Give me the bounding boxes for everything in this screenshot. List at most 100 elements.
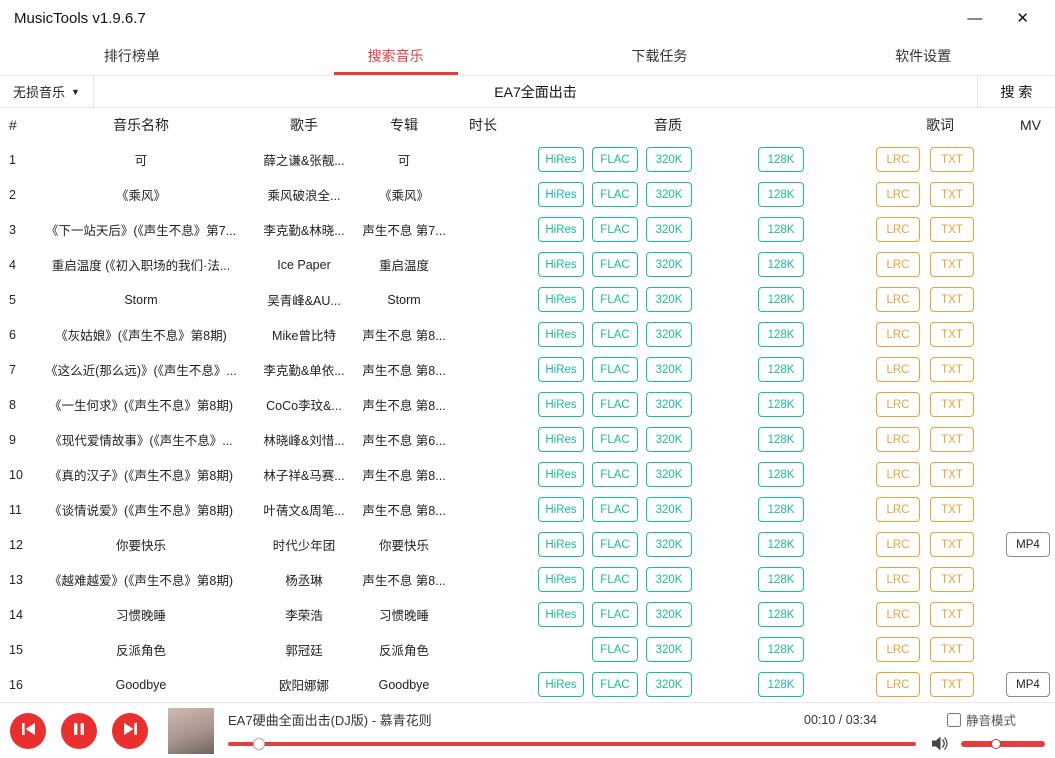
next-track-button[interactable] (112, 713, 148, 749)
txt-download-button[interactable]: TXT (930, 182, 974, 207)
320k-download-button[interactable]: 320K (646, 182, 692, 207)
128k-download-button[interactable]: 128K (758, 567, 804, 592)
mp4-download-button[interactable]: MP4 (1006, 672, 1050, 697)
flac-download-button[interactable]: FLAC (592, 357, 638, 382)
320k-download-button[interactable]: 320K (646, 357, 692, 382)
txt-download-button[interactable]: TXT (930, 462, 974, 487)
progress-handle[interactable] (253, 738, 265, 750)
320k-download-button[interactable]: 320K (646, 147, 692, 172)
txt-download-button[interactable]: TXT (930, 427, 974, 452)
hires-download-button[interactable]: HiRes (538, 252, 584, 277)
320k-download-button[interactable]: 320K (646, 322, 692, 347)
lrc-download-button[interactable]: LRC (876, 357, 920, 382)
lrc-download-button[interactable]: LRC (876, 252, 920, 277)
flac-download-button[interactable]: FLAC (592, 392, 638, 417)
lrc-download-button[interactable]: LRC (876, 217, 920, 242)
lrc-download-button[interactable]: LRC (876, 427, 920, 452)
320k-download-button[interactable]: 320K (646, 567, 692, 592)
lrc-download-button[interactable]: LRC (876, 672, 920, 697)
search-button[interactable]: 搜 索 (977, 76, 1055, 107)
txt-download-button[interactable]: TXT (930, 567, 974, 592)
flac-download-button[interactable]: FLAC (592, 322, 638, 347)
progress-track[interactable] (228, 742, 916, 746)
hires-download-button[interactable]: HiRes (538, 427, 584, 452)
txt-download-button[interactable]: TXT (930, 672, 974, 697)
lrc-download-button[interactable]: LRC (876, 497, 920, 522)
128k-download-button[interactable]: 128K (758, 637, 804, 662)
txt-download-button[interactable]: TXT (930, 287, 974, 312)
128k-download-button[interactable]: 128K (758, 602, 804, 627)
128k-download-button[interactable]: 128K (758, 147, 804, 172)
hires-download-button[interactable]: HiRes (538, 532, 584, 557)
flac-download-button[interactable]: FLAC (592, 602, 638, 627)
lrc-download-button[interactable]: LRC (876, 287, 920, 312)
320k-download-button[interactable]: 320K (646, 672, 692, 697)
lrc-download-button[interactable]: LRC (876, 392, 920, 417)
128k-download-button[interactable]: 128K (758, 672, 804, 697)
128k-download-button[interactable]: 128K (758, 322, 804, 347)
hires-download-button[interactable]: HiRes (538, 567, 584, 592)
flac-download-button[interactable]: FLAC (592, 532, 638, 557)
128k-download-button[interactable]: 128K (758, 287, 804, 312)
128k-download-button[interactable]: 128K (758, 357, 804, 382)
tab-download-tasks[interactable]: 下载任务 (528, 36, 792, 75)
320k-download-button[interactable]: 320K (646, 287, 692, 312)
flac-download-button[interactable]: FLAC (592, 462, 638, 487)
close-button[interactable]: ✕ (1016, 11, 1029, 26)
txt-download-button[interactable]: TXT (930, 392, 974, 417)
320k-download-button[interactable]: 320K (646, 532, 692, 557)
flac-download-button[interactable]: FLAC (592, 497, 638, 522)
lrc-download-button[interactable]: LRC (876, 322, 920, 347)
hires-download-button[interactable]: HiRes (538, 672, 584, 697)
flac-download-button[interactable]: FLAC (592, 217, 638, 242)
128k-download-button[interactable]: 128K (758, 532, 804, 557)
lrc-download-button[interactable]: LRC (876, 637, 920, 662)
flac-download-button[interactable]: FLAC (592, 567, 638, 592)
mp4-download-button[interactable]: MP4 (1006, 532, 1050, 557)
flac-download-button[interactable]: FLAC (592, 287, 638, 312)
volume-track[interactable] (961, 741, 1045, 747)
pause-button[interactable] (61, 713, 97, 749)
128k-download-button[interactable]: 128K (758, 182, 804, 207)
lrc-download-button[interactable]: LRC (876, 462, 920, 487)
lrc-download-button[interactable]: LRC (876, 147, 920, 172)
txt-download-button[interactable]: TXT (930, 252, 974, 277)
tab-search-music[interactable]: 搜索音乐 (264, 36, 528, 75)
txt-download-button[interactable]: TXT (930, 147, 974, 172)
hires-download-button[interactable]: HiRes (538, 287, 584, 312)
hires-download-button[interactable]: HiRes (538, 217, 584, 242)
320k-download-button[interactable]: 320K (646, 392, 692, 417)
txt-download-button[interactable]: TXT (930, 322, 974, 347)
320k-download-button[interactable]: 320K (646, 462, 692, 487)
lrc-download-button[interactable]: LRC (876, 567, 920, 592)
lrc-download-button[interactable]: LRC (876, 182, 920, 207)
txt-download-button[interactable]: TXT (930, 497, 974, 522)
128k-download-button[interactable]: 128K (758, 427, 804, 452)
txt-download-button[interactable]: TXT (930, 532, 974, 557)
tab-settings[interactable]: 软件设置 (791, 36, 1055, 75)
flac-download-button[interactable]: FLAC (592, 182, 638, 207)
speaker-icon[interactable] (932, 736, 949, 751)
txt-download-button[interactable]: TXT (930, 602, 974, 627)
mute-checkbox[interactable] (947, 713, 961, 727)
hires-download-button[interactable]: HiRes (538, 392, 584, 417)
tab-ranking[interactable]: 排行榜单 (0, 36, 264, 75)
320k-download-button[interactable]: 320K (646, 252, 692, 277)
flac-download-button[interactable]: FLAC (592, 637, 638, 662)
txt-download-button[interactable]: TXT (930, 217, 974, 242)
hires-download-button[interactable]: HiRes (538, 147, 584, 172)
previous-track-button[interactable] (10, 713, 46, 749)
txt-download-button[interactable]: TXT (930, 637, 974, 662)
128k-download-button[interactable]: 128K (758, 392, 804, 417)
hires-download-button[interactable]: HiRes (538, 357, 584, 382)
320k-download-button[interactable]: 320K (646, 602, 692, 627)
flac-download-button[interactable]: FLAC (592, 427, 638, 452)
volume-handle[interactable] (991, 739, 1001, 749)
128k-download-button[interactable]: 128K (758, 497, 804, 522)
128k-download-button[interactable]: 128K (758, 252, 804, 277)
source-select[interactable]: 无损音乐 ▼ (0, 76, 94, 107)
hires-download-button[interactable]: HiRes (538, 602, 584, 627)
txt-download-button[interactable]: TXT (930, 357, 974, 382)
lrc-download-button[interactable]: LRC (876, 532, 920, 557)
lrc-download-button[interactable]: LRC (876, 602, 920, 627)
